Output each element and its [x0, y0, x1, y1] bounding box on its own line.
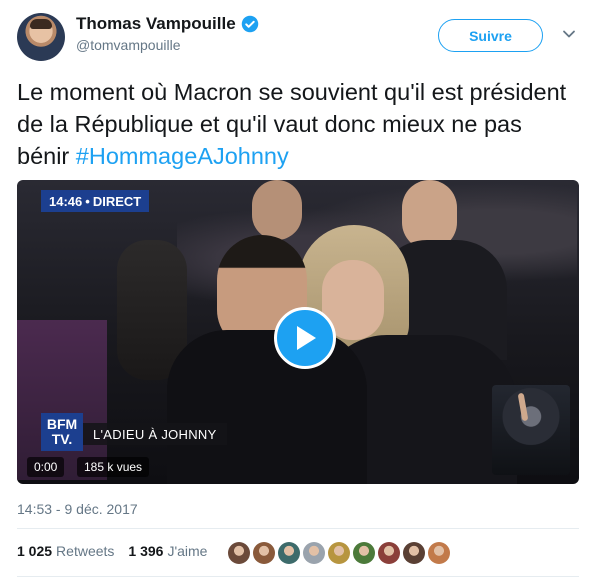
video-scene-purple-robe — [17, 320, 107, 480]
video-scene-macron-body — [167, 330, 367, 484]
channel-logo-line2: TV. — [51, 431, 73, 447]
hashtag-link[interactable]: #HommageAJohnny — [76, 143, 289, 169]
divider — [17, 576, 579, 577]
video-elapsed-time: 0:00 — [27, 457, 65, 477]
live-tag: 14:46 • DIRECT — [41, 190, 150, 212]
likes-stat[interactable]: 1 396 J'aime — [128, 543, 207, 559]
liker-avatar[interactable] — [403, 542, 425, 564]
news-banner: L'ADIEU À JOHNNY — [83, 423, 227, 445]
liker-avatar[interactable] — [428, 542, 450, 564]
retweets-count: 1 025 — [17, 543, 53, 559]
tweet-card: Thomas Vampouille @tomvampouille Suivre … — [0, 0, 596, 585]
verified-badge-icon — [241, 15, 258, 33]
play-button[interactable] — [274, 307, 336, 369]
live-time: 14:46 — [49, 193, 83, 209]
chevron-down-icon[interactable] — [562, 27, 576, 41]
live-dot-icon: • — [85, 193, 90, 209]
retweets-stat[interactable]: 1 025 Retweets — [17, 543, 114, 559]
liker-avatar[interactable] — [378, 542, 400, 564]
author-name-row: Thomas Vampouille — [76, 14, 259, 34]
liker-avatar[interactable] — [303, 542, 325, 564]
video-player[interactable]: 14:46 • DIRECT BFM TV. L'ADIEU À JOHNNY … — [17, 180, 579, 484]
divider — [17, 528, 579, 529]
tweet-stats: 1 025 Retweets 1 396 J'aime — [17, 543, 221, 559]
liker-avatar[interactable] — [353, 542, 375, 564]
channel-logo-line1: BFM — [46, 416, 78, 432]
video-view-count: 185 k vues — [77, 457, 150, 477]
follow-button[interactable]: Suivre — [438, 19, 543, 52]
live-label: DIRECT — [92, 193, 142, 209]
tweet-text: Le moment où Macron se souvient qu'il es… — [17, 76, 577, 172]
author-name[interactable]: Thomas Vampouille — [76, 14, 236, 34]
video-scene-concert-inset — [492, 385, 570, 475]
liker-avatar[interactable] — [253, 542, 275, 564]
likes-count: 1 396 — [128, 543, 164, 559]
author-avatar[interactable] — [17, 13, 65, 61]
tweet-timestamp[interactable]: 14:53 - 9 déc. 2017 — [17, 501, 138, 517]
channel-logo: BFM TV. — [41, 413, 83, 451]
likes-label: J'aime — [167, 543, 208, 559]
retweets-label: Retweets — [56, 543, 115, 559]
liker-avatar[interactable] — [278, 542, 300, 564]
liker-avatar[interactable] — [328, 542, 350, 564]
liker-avatar[interactable] — [228, 542, 250, 564]
play-icon — [297, 326, 316, 350]
video-scene-background-person — [252, 180, 302, 240]
author-handle[interactable]: @tomvampouille — [76, 37, 180, 53]
liker-avatars — [228, 542, 450, 564]
